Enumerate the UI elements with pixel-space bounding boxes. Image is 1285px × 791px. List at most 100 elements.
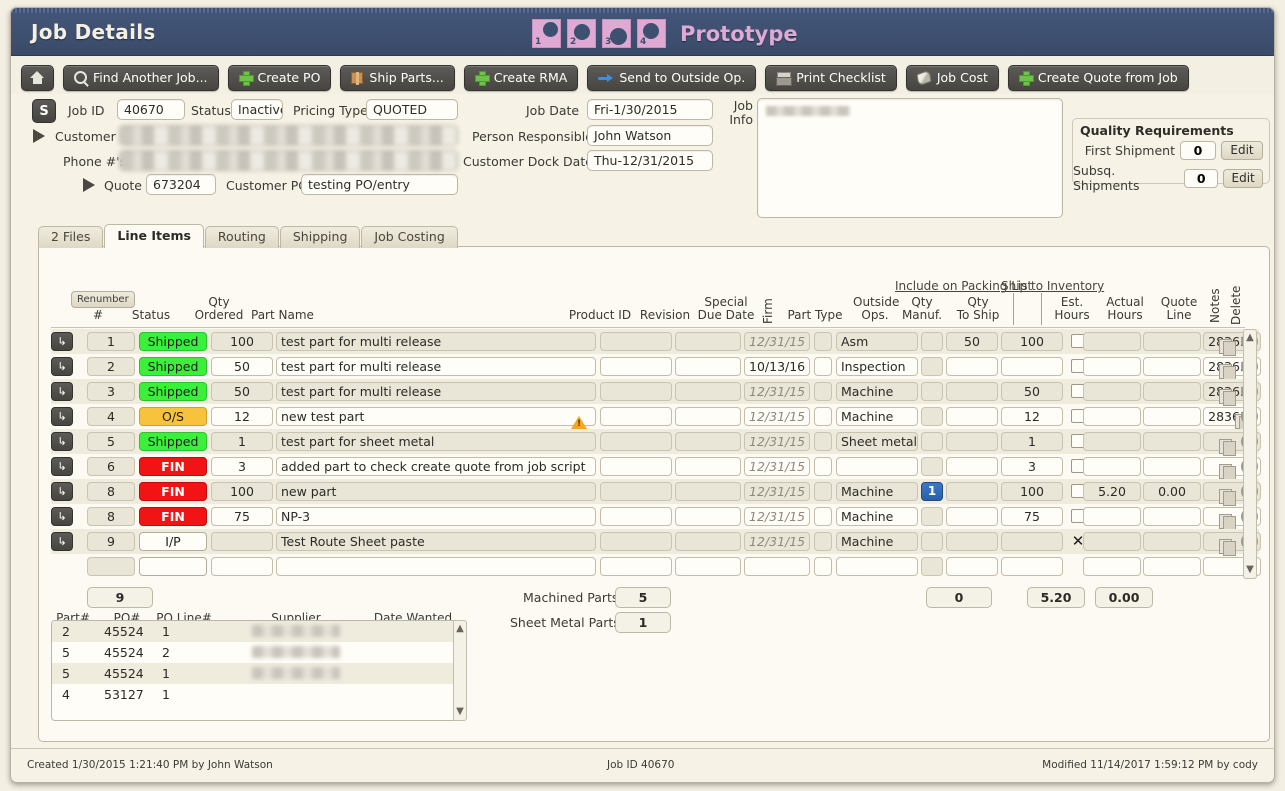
qty-to-ship-cell[interactable]: 12: [1001, 407, 1063, 426]
revision-cell[interactable]: [675, 382, 741, 401]
job-date-field[interactable]: Fri-1/30/2015: [587, 99, 713, 120]
special-due-date-cell[interactable]: 12/31/15: [744, 332, 810, 351]
create-rma-button[interactable]: Create RMA: [463, 64, 579, 91]
po-list-item[interactable]: 5 45524 1: [52, 663, 466, 684]
outside-ops-badge[interactable]: 1: [921, 482, 943, 501]
qty-ordered-cell[interactable]: 50: [211, 357, 273, 376]
firm-cell[interactable]: [814, 482, 832, 501]
part-type-cell[interactable]: [836, 457, 918, 476]
print-checklist-button[interactable]: Print Checklist: [765, 64, 897, 91]
firm-cell[interactable]: [814, 507, 832, 526]
notes-icon[interactable]: [1219, 389, 1236, 406]
product-id-cell[interactable]: [600, 482, 672, 501]
outside-ops-cell[interactable]: [921, 532, 943, 551]
num-cell[interactable]: 3: [87, 382, 135, 401]
tab-shipping[interactable]: Shipping: [279, 226, 361, 248]
part-name-cell[interactable]: new part: [276, 482, 596, 501]
notes-icon[interactable]: [1219, 364, 1236, 381]
outside-ops-cell[interactable]: [921, 557, 943, 576]
notes-icon[interactable]: [1219, 514, 1236, 531]
outside-ops-cell[interactable]: [921, 432, 943, 451]
part-name-cell[interactable]: test part for sheet metal: [276, 432, 596, 451]
product-id-cell[interactable]: [600, 507, 672, 526]
row-expand-button[interactable]: ↳: [51, 482, 73, 501]
notes-icon[interactable]: [1219, 439, 1236, 456]
status-badge-cell[interactable]: I/P: [139, 532, 207, 551]
actual-hours-cell[interactable]: [1143, 382, 1201, 401]
ship-parts-button[interactable]: Ship Parts...: [340, 64, 455, 91]
qty-manuf-cell[interactable]: [946, 357, 998, 376]
est-hours-cell[interactable]: [1083, 557, 1141, 576]
special-due-date-cell[interactable]: 12/31/15: [744, 382, 810, 401]
table-row[interactable]: ↳ 9 I/P Test Route Sheet paste 12/31/15 Machi…: [51, 529, 1261, 556]
scroll-down-icon[interactable]: ▼: [1244, 564, 1256, 576]
table-row[interactable]: ↳ 8 FIN 100 new part 12/31/15 Machine 1 100 5.20 0…: [51, 479, 1261, 506]
qty-to-ship-cell[interactable]: 75: [1001, 507, 1063, 526]
qty-manuf-cell[interactable]: 50: [946, 332, 998, 351]
actual-hours-cell[interactable]: [1143, 357, 1201, 376]
revision-cell[interactable]: [675, 532, 741, 551]
num-cell[interactable]: 8: [87, 507, 135, 526]
tab-routing[interactable]: Routing: [204, 226, 279, 248]
product-id-cell[interactable]: [600, 457, 672, 476]
create-quote-from-job-button[interactable]: Create Quote from Job: [1007, 64, 1189, 91]
renumber-button[interactable]: Renumber: [71, 291, 135, 308]
part-name-cell[interactable]: [276, 557, 596, 576]
num-cell[interactable]: [87, 557, 135, 576]
firm-cell[interactable]: [814, 332, 832, 351]
qty-to-ship-cell[interactable]: [1001, 557, 1063, 576]
send-to-outside-op-button[interactable]: Send to Outside Op.: [587, 64, 757, 91]
job-info-field[interactable]: [757, 98, 1063, 218]
qty-to-ship-cell[interactable]: 100: [1001, 482, 1063, 501]
part-type-cell[interactable]: Machine: [836, 507, 918, 526]
actual-hours-cell[interactable]: [1143, 532, 1201, 551]
row-expand-button[interactable]: ↳: [51, 432, 73, 451]
actual-hours-cell[interactable]: [1143, 457, 1201, 476]
product-id-cell[interactable]: [600, 407, 672, 426]
qty-manuf-cell[interactable]: [946, 532, 998, 551]
status-badge[interactable]: S: [32, 99, 56, 123]
product-id-cell[interactable]: [600, 357, 672, 376]
tab-job-costing[interactable]: Job Costing: [361, 226, 458, 248]
po-list-item[interactable]: 5 45524 2: [52, 642, 466, 663]
qty-ordered-cell[interactable]: 3: [211, 457, 273, 476]
part-name-cell[interactable]: Test Route Sheet paste: [276, 532, 596, 551]
customer-expand-icon[interactable]: [33, 129, 45, 143]
revision-cell[interactable]: [675, 332, 741, 351]
row-expand-button[interactable]: ↳: [51, 457, 73, 476]
quote-field[interactable]: 673204: [146, 174, 216, 195]
status-field[interactable]: Inactive: [231, 99, 283, 120]
part-type-cell[interactable]: Machine: [836, 482, 918, 501]
tab-line-items[interactable]: Line Items: [104, 224, 204, 248]
row-expand-button[interactable]: ↳: [51, 332, 73, 351]
customer-field[interactable]: [119, 125, 458, 146]
po-list-item[interactable]: 4 53127 1: [52, 684, 466, 705]
job-id-field[interactable]: 40670: [117, 99, 185, 120]
tab-files[interactable]: 2 Files: [38, 226, 104, 248]
row-expand-button[interactable]: ↳: [51, 382, 73, 401]
notes-icon[interactable]: [1219, 339, 1236, 356]
quote-expand-icon[interactable]: [83, 178, 95, 192]
qty-ordered-cell[interactable]: 50: [211, 382, 273, 401]
customer-dock-date-field[interactable]: Thu-12/31/2015: [587, 150, 713, 171]
notes-icon[interactable]: [1219, 489, 1236, 506]
status-badge-cell[interactable]: Shipped: [139, 357, 207, 376]
qty-ordered-cell[interactable]: 100: [211, 332, 273, 351]
est-hours-cell[interactable]: [1083, 357, 1141, 376]
row-expand-button[interactable]: ↳: [51, 532, 73, 551]
table-row[interactable]: [51, 554, 1261, 579]
actual-hours-cell[interactable]: [1143, 507, 1201, 526]
est-hours-cell[interactable]: [1083, 432, 1141, 451]
qty-manuf-cell[interactable]: [946, 557, 998, 576]
qty-ordered-cell[interactable]: 75: [211, 507, 273, 526]
status-badge-cell[interactable]: Shipped: [139, 382, 207, 401]
status-badge-cell[interactable]: FIN: [139, 507, 207, 526]
status-badge-cell[interactable]: O/S: [139, 407, 207, 426]
row-expand-button[interactable]: ↳: [51, 507, 73, 526]
est-hours-cell[interactable]: [1083, 507, 1141, 526]
qty-manuf-cell[interactable]: [946, 407, 998, 426]
est-hours-cell[interactable]: [1083, 382, 1141, 401]
person-responsible-field[interactable]: John Watson: [587, 125, 713, 146]
subsq-shipments-edit-button[interactable]: Edit: [1223, 168, 1263, 188]
qty-manuf-cell[interactable]: [946, 482, 998, 501]
